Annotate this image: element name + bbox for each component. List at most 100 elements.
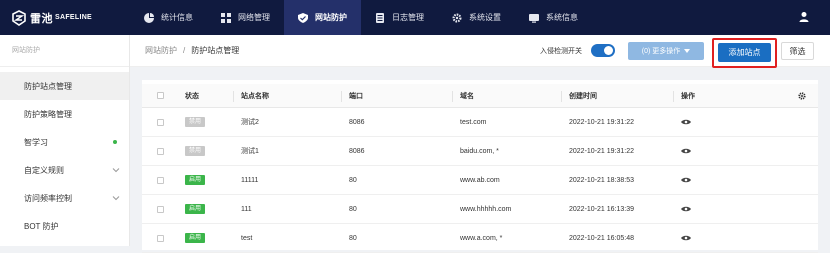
gear-icon xyxy=(452,12,462,23)
sidebar: 网站防护 防护站点管理 防护策略管理 智学习 自定义规则 访问频率控制 BOT … xyxy=(0,35,130,246)
nav-label: 系统信息 xyxy=(546,13,578,22)
row-checkbox[interactable] xyxy=(157,176,164,184)
created-time-cell: 2022-10-21 16:13:39 xyxy=(569,205,634,213)
site-name-cell: 测试1 xyxy=(241,148,259,155)
ids-switch-label: 入侵检测开关 xyxy=(540,48,582,55)
sidebar-item-label: 防护站点管理 xyxy=(24,81,72,91)
log-list-icon xyxy=(376,12,384,23)
column-settings-gear-icon[interactable] xyxy=(798,91,806,100)
chevron-down-icon xyxy=(112,196,120,201)
sidebar-item-rate-limit[interactable]: 访问频率控制 xyxy=(0,184,129,212)
nav-item-web-protection[interactable]: 网站防护 xyxy=(284,0,361,35)
brand-name-en: SAFELINE xyxy=(55,14,93,21)
nav-label: 系统设置 xyxy=(469,13,501,22)
port-cell: 8086 xyxy=(349,147,365,155)
domain-cell: baidu.com, * xyxy=(460,147,499,155)
sidebar-item-label: 防护策略管理 xyxy=(24,109,72,119)
site-name-cell: 测试2 xyxy=(241,119,259,126)
nav-item-logs[interactable]: 日志管理 xyxy=(361,0,438,35)
row-checkbox[interactable] xyxy=(157,118,164,126)
nav-item-statistics[interactable]: 统计信息 xyxy=(130,0,207,35)
status-badge[interactable]: 启用 xyxy=(185,204,206,214)
monitor-icon xyxy=(529,13,539,23)
column-header-status: 状态 xyxy=(185,92,199,100)
chevron-down-icon xyxy=(112,168,120,173)
port-cell: 80 xyxy=(349,234,357,242)
more-actions-label: (0) 更多操作 xyxy=(641,48,681,55)
status-badge[interactable]: 启用 xyxy=(185,233,206,243)
row-checkbox[interactable] xyxy=(157,205,164,213)
created-time-cell: 2022-10-21 19:31:22 xyxy=(569,147,634,155)
user-icon[interactable] xyxy=(798,11,810,23)
site-name-cell: 111 xyxy=(241,205,252,213)
sidebar-item-label: 智学习 xyxy=(24,137,48,147)
port-cell: 80 xyxy=(349,205,357,213)
sidebar-item-label: BOT 防护 xyxy=(24,221,59,231)
column-header-domain: 域名 xyxy=(460,92,474,100)
sidebar-item-custom-rules[interactable]: 自定义规则 xyxy=(0,156,129,184)
status-dot-icon xyxy=(113,140,117,144)
eye-icon[interactable] xyxy=(681,119,691,125)
created-time-cell: 2022-10-21 18:38:53 xyxy=(569,176,634,184)
domain-cell: www.a.com, * xyxy=(460,234,503,242)
safeline-logo-icon xyxy=(12,9,26,26)
eye-icon[interactable] xyxy=(681,177,691,183)
brand-logo[interactable]: 雷池 SAFELINE xyxy=(0,9,130,26)
more-actions-button[interactable]: (0) 更多操作 xyxy=(628,42,704,60)
highlight-box: 添加站点 xyxy=(712,38,777,68)
main-nav: 统计信息 网络管理 网站防护 日志管理 系统设置 系统信息 xyxy=(130,0,592,35)
sidebar-header: 网站防护 xyxy=(0,35,129,67)
breadcrumb-parent[interactable]: 网站防护 xyxy=(145,45,177,56)
breadcrumb-current: 防护站点管理 xyxy=(191,46,240,55)
table-row[interactable]: 启用 111 80 www.hhhhh.com 2022-10-21 16:13… xyxy=(142,195,818,224)
eye-icon[interactable] xyxy=(681,148,691,154)
port-cell: 80 xyxy=(349,176,357,184)
top-navbar: 雷池 SAFELINE 统计信息 网络管理 网站防护 日志管理 系统设置 系统信… xyxy=(0,0,830,35)
nav-item-system-info[interactable]: 系统信息 xyxy=(515,0,592,35)
table-header: 状态 站点名称 端口 域名 创建时间 操作 xyxy=(142,84,818,108)
sidebar-item-site-management[interactable]: 防护站点管理 xyxy=(0,72,129,100)
brand-name-cn: 雷池 xyxy=(30,12,53,25)
nav-label: 网络管理 xyxy=(238,13,270,22)
caret-down-icon xyxy=(684,49,691,53)
column-header-created: 创建时间 xyxy=(569,92,597,100)
table-row[interactable]: 启用 test 80 www.a.com, * 2022-10-21 16:05… xyxy=(142,224,818,253)
status-badge[interactable]: 启用 xyxy=(185,175,206,185)
select-all-checkbox[interactable] xyxy=(157,92,164,99)
sidebar-item-policy-management[interactable]: 防护策略管理 xyxy=(0,100,129,128)
breadcrumb-separator: / xyxy=(183,46,186,55)
ids-toggle[interactable] xyxy=(591,44,615,57)
nav-item-system-settings[interactable]: 系统设置 xyxy=(438,0,515,35)
table-row[interactable]: 禁用 测试2 8086 test.com 2022-10-21 19:31:22 xyxy=(142,108,818,137)
column-header-port: 端口 xyxy=(349,92,363,100)
shield-check-icon xyxy=(298,12,308,23)
eye-icon[interactable] xyxy=(681,206,691,212)
site-name-cell: test xyxy=(241,234,253,242)
network-grid-icon xyxy=(221,12,231,23)
eye-icon[interactable] xyxy=(681,235,691,241)
nav-label: 日志管理 xyxy=(392,13,424,22)
add-site-button[interactable]: 添加站点 xyxy=(718,43,771,62)
nav-label: 统计信息 xyxy=(161,13,193,22)
domain-cell: www.hhhhh.com xyxy=(460,205,512,213)
chart-pie-icon xyxy=(144,12,154,23)
toggle-knob xyxy=(604,46,613,55)
table-row[interactable]: 启用 11111 80 www.ab.com 2022-10-21 18:38:… xyxy=(142,166,818,195)
sidebar-item-label: 访问频率控制 xyxy=(24,193,72,203)
row-checkbox[interactable] xyxy=(157,234,164,242)
filter-button[interactable]: 筛选 xyxy=(781,42,814,60)
status-badge[interactable]: 禁用 xyxy=(185,117,206,127)
column-header-actions: 操作 xyxy=(681,92,695,100)
nav-label: 网站防护 xyxy=(315,13,347,22)
table-row[interactable]: 禁用 测试1 8086 baidu.com, * 2022-10-21 19:3… xyxy=(142,137,818,166)
domain-cell: www.ab.com xyxy=(460,176,500,184)
status-badge[interactable]: 禁用 xyxy=(185,146,206,156)
sidebar-item-bot-protection[interactable]: BOT 防护 xyxy=(0,212,129,240)
created-time-cell: 2022-10-21 19:31:22 xyxy=(569,118,634,126)
row-checkbox[interactable] xyxy=(157,147,164,155)
nav-item-network[interactable]: 网络管理 xyxy=(207,0,284,35)
created-time-cell: 2022-10-21 16:05:48 xyxy=(569,234,634,242)
main-content: 网站防护 / 防护站点管理 入侵检测开关 (0) 更多操作 添加站点 筛选 状态… xyxy=(130,35,830,253)
column-header-site-name: 站点名称 xyxy=(241,92,269,100)
sidebar-item-smart-learning[interactable]: 智学习 xyxy=(0,128,129,156)
